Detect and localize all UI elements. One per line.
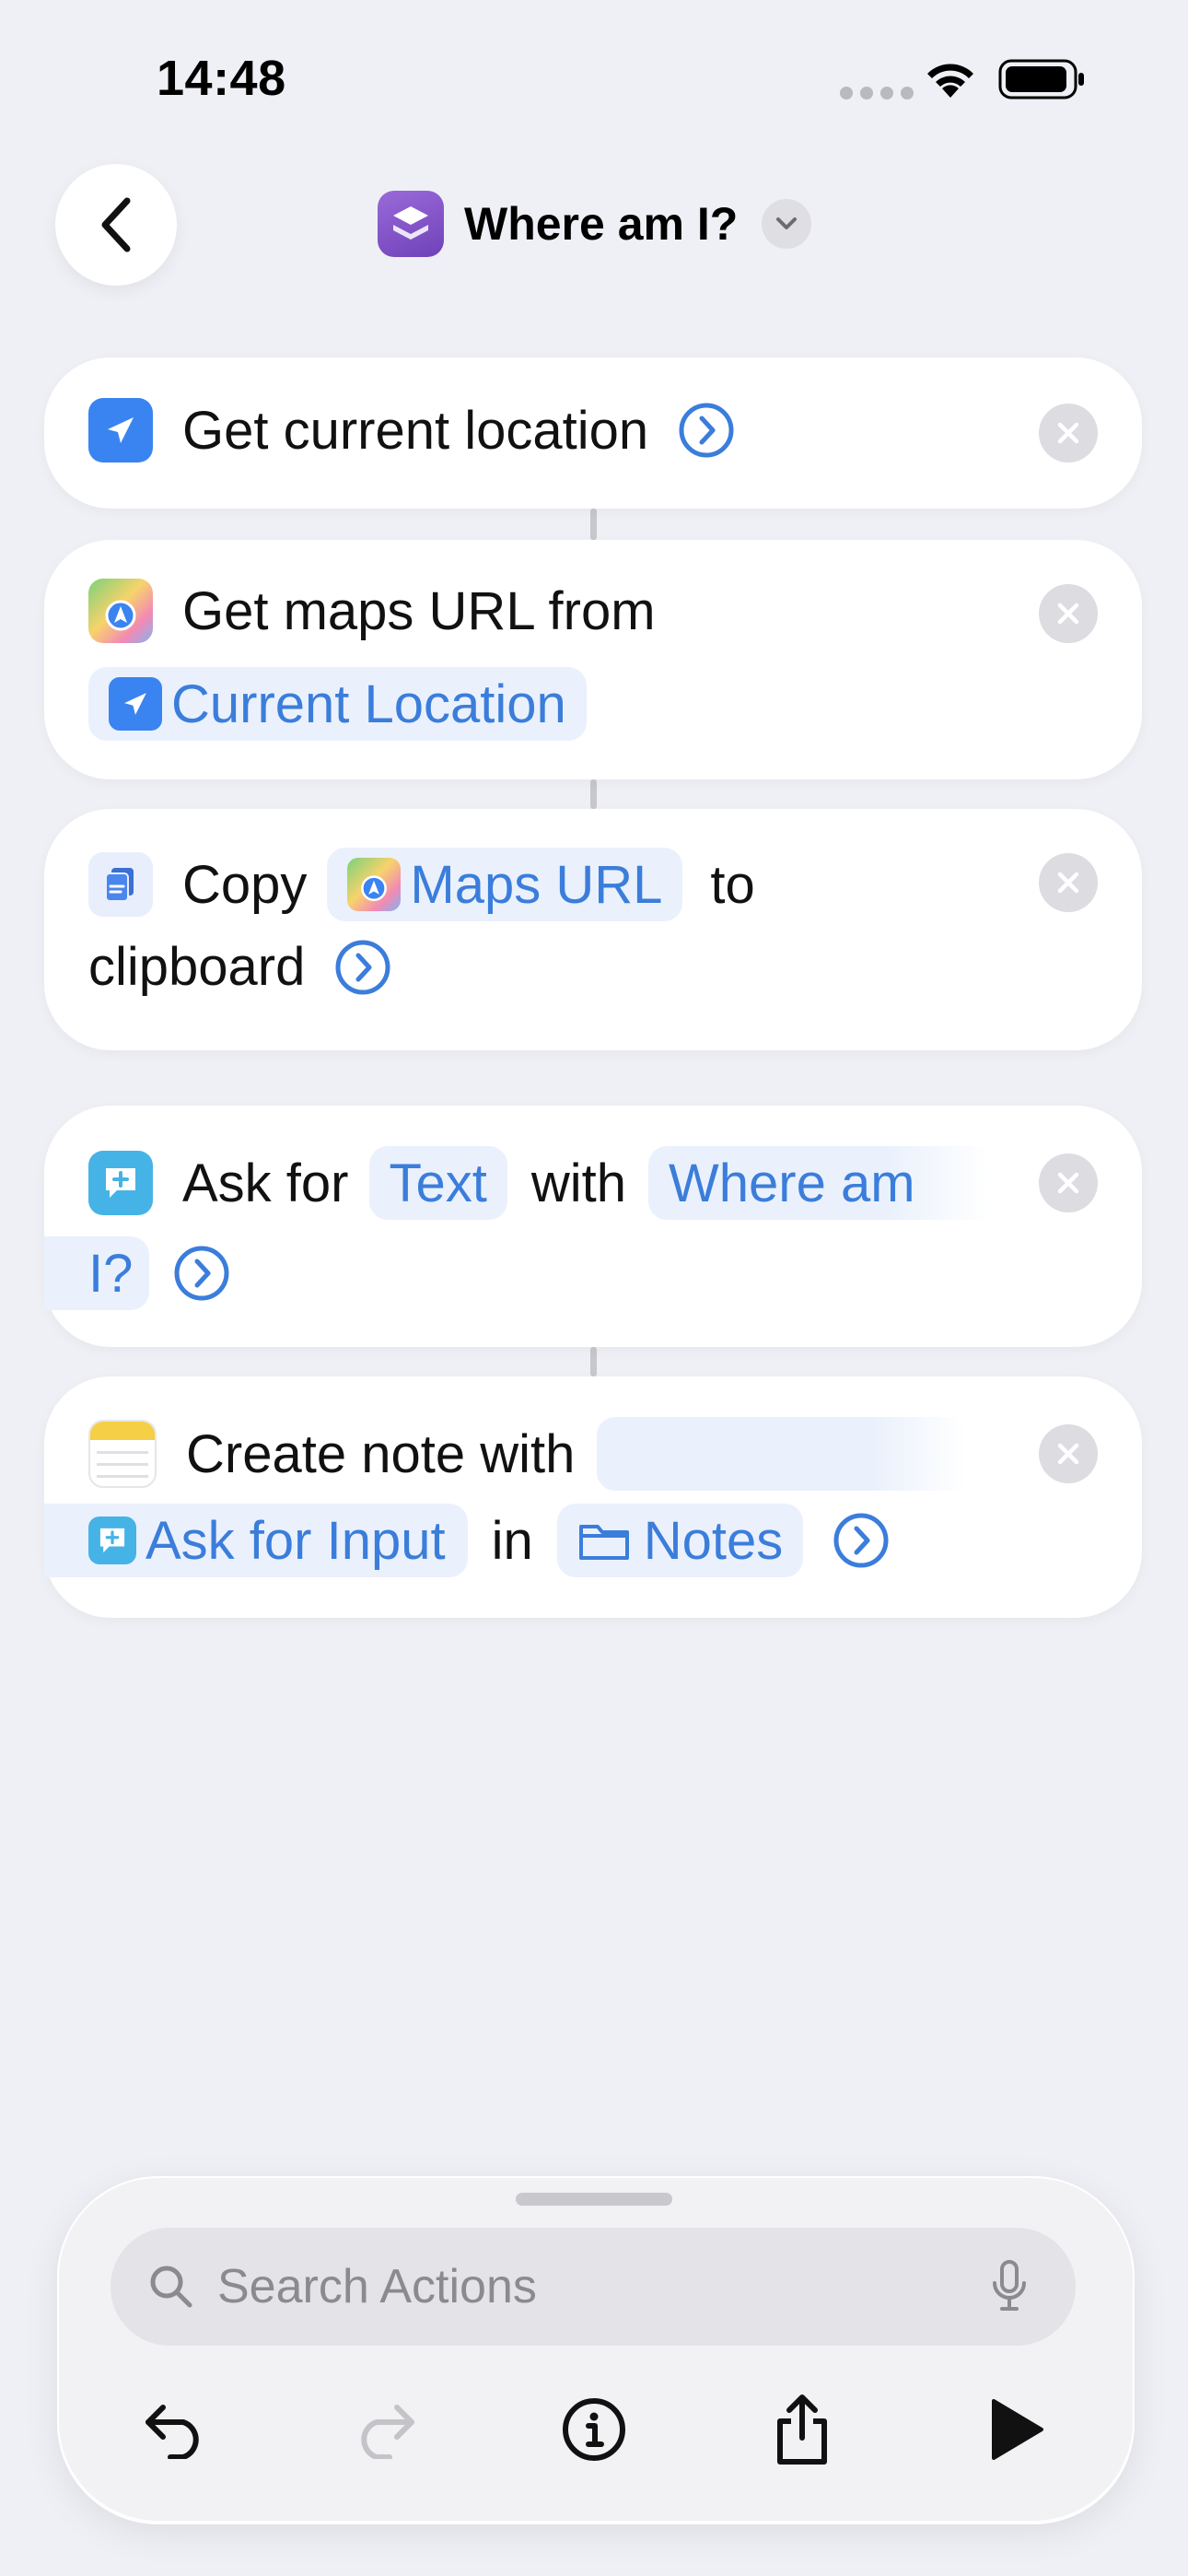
close-icon bbox=[1057, 603, 1079, 625]
redo-button[interactable] bbox=[343, 2388, 425, 2471]
variable-ask-for-input[interactable]: Ask for Input bbox=[44, 1504, 468, 1577]
variable-current-location[interactable]: Current Location bbox=[88, 667, 587, 741]
chevron-left-icon bbox=[101, 197, 131, 252]
location-arrow-icon bbox=[109, 677, 162, 731]
parameter-prompt[interactable]: Where am bbox=[648, 1146, 989, 1220]
action-label: Get current location bbox=[182, 400, 649, 461]
play-icon bbox=[992, 2399, 1043, 2460]
parameter-note-body[interactable] bbox=[597, 1417, 966, 1491]
action-label: Ask for bbox=[182, 1153, 349, 1213]
close-icon bbox=[1057, 1172, 1079, 1194]
search-actions-field[interactable]: Search Actions bbox=[111, 2228, 1076, 2346]
notes-app-icon bbox=[88, 1420, 157, 1488]
remove-action-button[interactable] bbox=[1039, 853, 1098, 912]
share-icon bbox=[777, 2395, 827, 2465]
expand-arrow-icon[interactable] bbox=[678, 402, 735, 459]
action-card-ask-for-input[interactable]: Ask for Text with Where am I? bbox=[44, 1106, 1142, 1347]
shortcut-title: Where am I? bbox=[464, 198, 739, 250]
action-connector bbox=[590, 509, 597, 540]
action-label: to bbox=[710, 854, 755, 915]
action-connector bbox=[590, 1347, 597, 1376]
shortcut-title-menu[interactable]: Where am I? bbox=[378, 189, 812, 259]
redo-icon bbox=[361, 2405, 414, 2459]
microphone-icon[interactable] bbox=[991, 2259, 1028, 2314]
action-connector bbox=[590, 779, 597, 809]
battery-icon bbox=[998, 59, 1084, 100]
chat-bubble-plus-icon bbox=[88, 1151, 153, 1215]
remove-action-button[interactable] bbox=[1039, 1424, 1098, 1483]
info-icon bbox=[563, 2398, 625, 2461]
maps-app-icon bbox=[347, 858, 402, 911]
action-card-get-maps-url[interactable]: Get maps URL from Current Location bbox=[44, 540, 1142, 779]
action-card-create-note[interactable]: Create note with Ask for Input in Notes bbox=[44, 1376, 1142, 1618]
run-button[interactable] bbox=[974, 2388, 1057, 2471]
info-button[interactable] bbox=[553, 2388, 635, 2471]
undo-button[interactable] bbox=[134, 2388, 217, 2471]
search-placeholder: Search Actions bbox=[217, 2260, 537, 2313]
expand-arrow-icon[interactable] bbox=[173, 1245, 230, 1302]
action-label: Copy bbox=[182, 854, 308, 915]
close-icon bbox=[1057, 872, 1079, 894]
parameter-prompt-continued[interactable]: I? bbox=[44, 1236, 150, 1310]
folder-icon bbox=[578, 1525, 629, 1560]
document-copy-icon bbox=[88, 852, 153, 917]
share-button[interactable] bbox=[761, 2388, 844, 2471]
action-card-get-location[interactable]: Get current location bbox=[44, 357, 1142, 509]
chevron-down-icon[interactable] bbox=[762, 199, 812, 249]
cellular-dots-icon bbox=[840, 87, 914, 100]
action-label: with bbox=[530, 1153, 627, 1213]
close-icon bbox=[1057, 1443, 1079, 1465]
back-button[interactable] bbox=[55, 164, 177, 286]
chat-bubble-plus-icon bbox=[88, 1516, 136, 1564]
action-label: Create note with bbox=[186, 1423, 576, 1484]
action-card-copy-clipboard[interactable]: Copy Maps URL to clipboard bbox=[44, 809, 1142, 1050]
remove-action-button[interactable] bbox=[1039, 404, 1098, 463]
variable-maps-url[interactable]: Maps URL bbox=[327, 848, 683, 921]
expand-arrow-icon[interactable] bbox=[334, 939, 391, 996]
expand-arrow-icon[interactable] bbox=[833, 1512, 890, 1569]
status-time: 14:48 bbox=[157, 51, 286, 106]
parameter-input-type[interactable]: Text bbox=[368, 1146, 507, 1220]
action-label: clipboard bbox=[88, 937, 306, 997]
location-arrow-icon bbox=[88, 398, 153, 463]
undo-icon bbox=[146, 2405, 199, 2459]
close-icon bbox=[1057, 422, 1079, 444]
action-label: in bbox=[491, 1510, 533, 1571]
action-label: Get maps URL from bbox=[182, 580, 656, 641]
panel-grabber[interactable] bbox=[516, 2193, 672, 2206]
maps-app-icon bbox=[88, 579, 153, 643]
remove-action-button[interactable] bbox=[1039, 1153, 1098, 1212]
magnifier-icon bbox=[150, 2266, 192, 2308]
wifi-icon bbox=[927, 64, 973, 98]
shortcuts-app-icon bbox=[378, 191, 444, 257]
parameter-folder[interactable]: Notes bbox=[556, 1504, 804, 1577]
remove-action-button[interactable] bbox=[1039, 584, 1098, 643]
